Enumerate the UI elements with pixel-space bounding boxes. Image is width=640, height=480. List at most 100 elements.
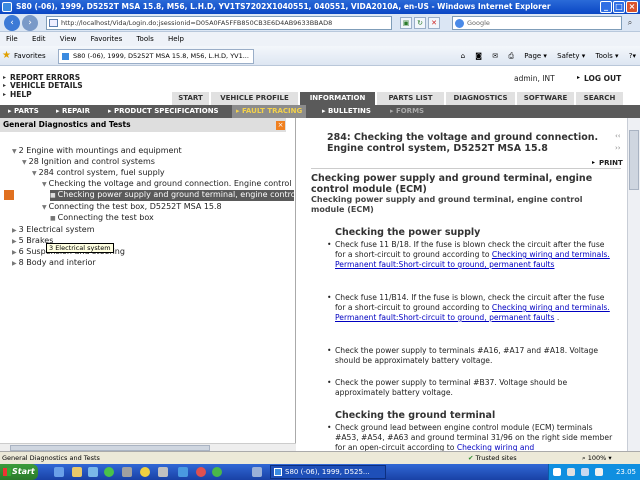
tab-start[interactable]: START bbox=[172, 92, 210, 105]
taskbar-item-label: S80 (-06), 1999, D525... bbox=[285, 468, 370, 476]
tree-item[interactable]: ▼ 284 control system, fuel supply bbox=[32, 168, 165, 179]
feeds-icon[interactable]: ◙ bbox=[475, 52, 482, 60]
system-tray: 23.05 bbox=[548, 464, 640, 480]
security-zone[interactable]: ✔ Trusted sites bbox=[468, 452, 517, 464]
tree-item-label: 28 Ignition and control systems bbox=[28, 157, 155, 166]
quicklaunch-icon[interactable] bbox=[88, 467, 98, 477]
minimize-button[interactable]: _ bbox=[600, 1, 612, 13]
compat-view-icon[interactable]: ▣ bbox=[400, 17, 412, 29]
search-icon[interactable]: ⌕ bbox=[624, 17, 636, 29]
volume-icon[interactable] bbox=[595, 468, 603, 476]
arrow-icon: ▸ bbox=[592, 159, 596, 166]
tree-item[interactable]: ▶ 3 Electrical system bbox=[12, 225, 95, 236]
search-placeholder: Google bbox=[467, 19, 490, 27]
mail-icon[interactable]: ✉ bbox=[492, 52, 498, 60]
tree-item-label: Checking the voltage and ground connecti… bbox=[48, 179, 292, 188]
subnav-repair[interactable]: ▸ REPAIR bbox=[56, 105, 90, 118]
command-bar: ⌂ ◙ ✉ ⎙ Page ▾ Safety ▾ Tools ▾ ?▾ bbox=[453, 46, 636, 66]
main-tabs: START VEHICLE PROFILE INFORMATION PARTS … bbox=[172, 92, 640, 105]
sub-navigation: ▸ PARTS ▸ REPAIR ▸ PRODUCT SPECIFICATION… bbox=[0, 105, 640, 118]
help-link[interactable]: HELP bbox=[10, 91, 32, 99]
browser-tab[interactable]: S80 (-06), 1999, D5252T MSA 15.8, M56, L… bbox=[58, 49, 254, 64]
menu-file[interactable]: File bbox=[6, 35, 18, 43]
tab-software[interactable]: SOFTWARE bbox=[517, 92, 575, 105]
zoom-control[interactable]: ⌕ 100% ▾ bbox=[582, 452, 612, 464]
subnav-product-specifications[interactable]: ▸ PRODUCT SPECIFICATIONS bbox=[108, 105, 219, 118]
expand-icon: ▼ bbox=[42, 181, 47, 188]
expand-icon: ▼ bbox=[12, 148, 17, 155]
tray-icon[interactable] bbox=[567, 468, 575, 476]
quicklaunch-icon[interactable] bbox=[158, 467, 168, 477]
quicklaunch-icon[interactable] bbox=[178, 467, 188, 477]
print-link[interactable]: PRINT bbox=[599, 159, 623, 167]
menu-view[interactable]: View bbox=[60, 35, 77, 43]
tree-item-label: Connecting the test box, D5252T MSA 15.8 bbox=[48, 202, 222, 211]
vehicle-details-link[interactable]: VEHICLE DETAILS bbox=[10, 82, 83, 90]
page-menu[interactable]: Page ▾ bbox=[524, 52, 547, 60]
stop-icon[interactable]: ✕ bbox=[428, 17, 440, 29]
windows-icon bbox=[3, 468, 11, 476]
arrow-icon: ▸ bbox=[3, 82, 7, 89]
quicklaunch-icon[interactable] bbox=[212, 467, 222, 477]
search-input[interactable]: Google bbox=[452, 16, 622, 30]
vertical-scrollbar[interactable] bbox=[627, 118, 640, 451]
tree-item[interactable]: ■ Connecting the test box bbox=[50, 213, 154, 224]
tools-menu[interactable]: Tools ▾ bbox=[596, 52, 619, 60]
taskbar-item-ie[interactable]: S80 (-06), 1999, D525... bbox=[270, 465, 386, 479]
menu-favorites[interactable]: Favorites bbox=[91, 35, 123, 43]
start-button[interactable]: Start bbox=[0, 464, 38, 480]
close-panel-icon[interactable]: × bbox=[276, 121, 285, 130]
tab-vehicle-profile[interactable]: VEHICLE PROFILE bbox=[211, 92, 299, 105]
tree-item-selected[interactable]: ■ Checking power supply and ground termin… bbox=[50, 190, 294, 201]
address-bar: ‹ › http://localhost/Vida/Login.do;jsess… bbox=[0, 14, 640, 32]
menu-edit[interactable]: Edit bbox=[32, 35, 46, 43]
quicklaunch-icon[interactable] bbox=[140, 467, 150, 477]
tree-item[interactable]: ▼ 2 Engine with mountings and equipment bbox=[12, 146, 182, 157]
forward-icon[interactable]: › bbox=[22, 15, 38, 31]
tab-search[interactable]: SEARCH bbox=[576, 92, 624, 105]
print-icon[interactable]: ⎙ bbox=[508, 52, 514, 60]
help-menu[interactable]: ?▾ bbox=[629, 52, 636, 60]
quicklaunch-icon[interactable] bbox=[72, 467, 82, 477]
tab-parts-list[interactable]: PARTS LIST bbox=[377, 92, 445, 105]
close-button[interactable]: × bbox=[626, 1, 638, 13]
tab-information[interactable]: INFORMATION bbox=[300, 92, 376, 105]
menu-help[interactable]: Help bbox=[168, 35, 184, 43]
document-title: 284: Checking the voltage and ground con… bbox=[327, 132, 599, 154]
tab-diagnostics[interactable]: DIAGNOSTICS bbox=[446, 92, 516, 105]
subnav-forms-label: FORMS bbox=[395, 107, 425, 115]
quicklaunch-icon[interactable] bbox=[104, 467, 114, 477]
menu-tools[interactable]: Tools bbox=[136, 35, 153, 43]
tree-item-label: Connecting the test box bbox=[57, 213, 154, 222]
tray-icon[interactable] bbox=[581, 468, 589, 476]
tree-item[interactable]: ▼ 28 Ignition and control systems bbox=[22, 157, 155, 168]
subnav-parts[interactable]: ▸ PARTS bbox=[8, 105, 39, 118]
tree-item[interactable]: ▼ Checking the voltage and ground connect… bbox=[42, 179, 294, 190]
refresh-icon[interactable]: ↻ bbox=[414, 17, 426, 29]
scroll-thumb[interactable] bbox=[629, 130, 639, 190]
subnav-fault-tracing[interactable]: ▸ FAULT TRACING bbox=[232, 105, 307, 118]
maximize-button[interactable]: □ bbox=[613, 1, 625, 13]
tree-item[interactable]: ▼ Connecting the test box, D5252T MSA 15.… bbox=[42, 202, 222, 213]
back-icon[interactable]: ‹ bbox=[4, 15, 20, 31]
clock: 23.05 bbox=[615, 468, 636, 476]
url-field[interactable]: http://localhost/Vida/Login.do;jsessioni… bbox=[46, 16, 392, 30]
list-item: Check the power supply to terminal #B37.… bbox=[327, 378, 617, 398]
tree-item[interactable]: ▶ 8 Body and interior bbox=[12, 258, 96, 269]
tree-item-label: Checking power supply and ground termina… bbox=[57, 190, 294, 199]
left-tree-panel: General Diagnostics and Tests × ▼ 2 Engin… bbox=[0, 118, 296, 451]
horizontal-scrollbar[interactable] bbox=[0, 443, 296, 451]
wiring-link[interactable]: Checking wiring and bbox=[457, 443, 534, 451]
quicklaunch-icon[interactable] bbox=[122, 467, 132, 477]
window-title: S80 (-06), 1999, D5252T MSA 15.8, M56, L… bbox=[16, 2, 551, 11]
subnav-bulletins[interactable]: ▸ BULLETINS bbox=[322, 105, 371, 118]
home-icon[interactable]: ⌂ bbox=[461, 52, 465, 60]
quicklaunch-icon[interactable] bbox=[54, 467, 64, 477]
quicklaunch-icon[interactable] bbox=[196, 467, 206, 477]
google-icon bbox=[455, 19, 464, 28]
safety-menu[interactable]: Safety ▾ bbox=[557, 52, 585, 60]
tray-icon[interactable] bbox=[553, 468, 561, 476]
quicklaunch-icon[interactable] bbox=[252, 467, 262, 477]
logout-link[interactable]: LOG OUT bbox=[584, 74, 621, 83]
favorites-button[interactable]: ★ Favorites bbox=[2, 46, 46, 66]
